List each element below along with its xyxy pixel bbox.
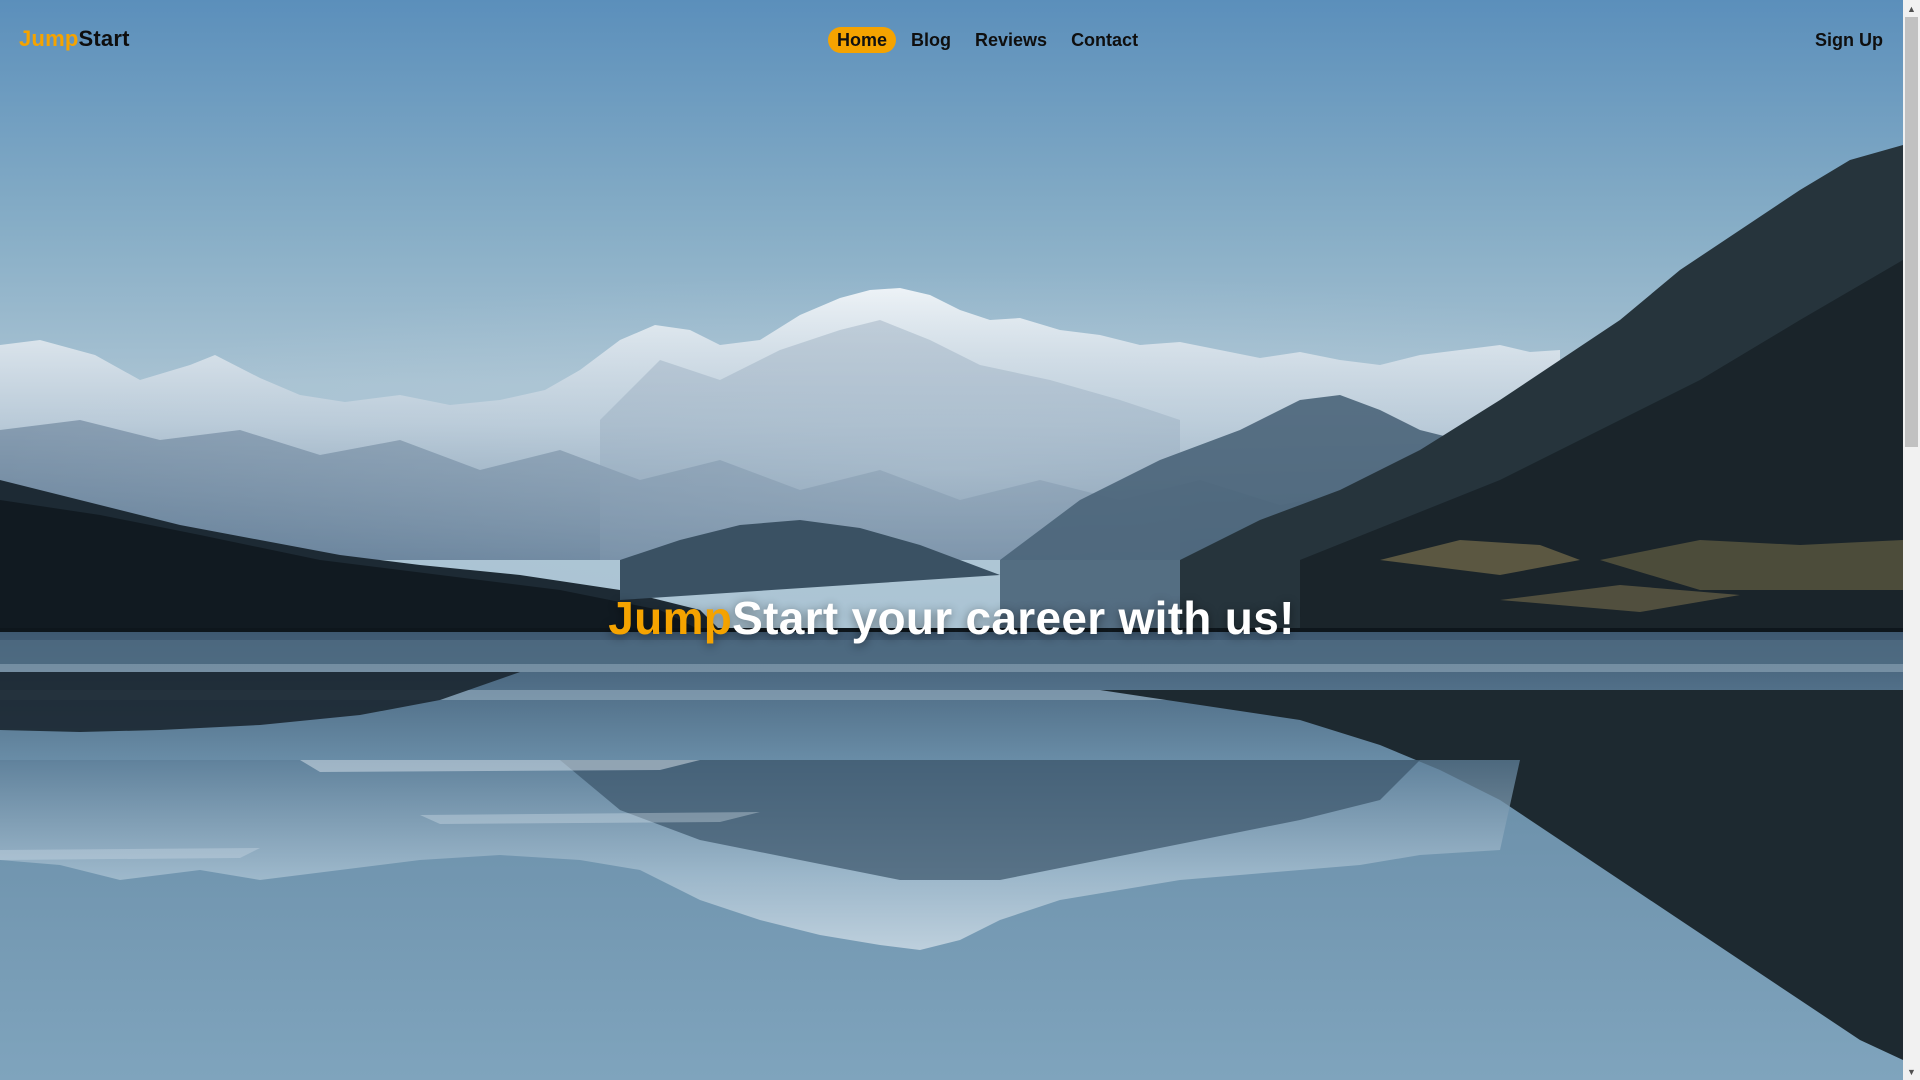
triangle-up-icon[interactable]: ▲ bbox=[1903, 0, 1920, 17]
nav-link-reviews[interactable]: Reviews bbox=[966, 27, 1056, 53]
vertical-scrollbar[interactable]: ▲ ▼ bbox=[1903, 0, 1920, 1080]
scrollbar-thumb[interactable] bbox=[1905, 17, 1918, 447]
triangle-down-icon[interactable]: ▼ bbox=[1903, 1063, 1920, 1080]
brand-rest-text: Start bbox=[78, 26, 130, 51]
nav-link-contact[interactable]: Contact bbox=[1062, 27, 1147, 53]
hero-background-image bbox=[0, 0, 1903, 1080]
hero-headline-rest: Start your career with us! bbox=[732, 591, 1295, 644]
nav-link-blog[interactable]: Blog bbox=[902, 27, 960, 53]
nav-links: Home Blog Reviews Contact bbox=[828, 27, 1147, 53]
hero-headline-accent: Jump bbox=[608, 591, 733, 644]
hero-headline: JumpStart your career with us! bbox=[0, 591, 1903, 645]
brand-logo-link[interactable]: JumpStart bbox=[19, 26, 130, 52]
page-viewport: JumpStart Home Blog Reviews Contact Sign… bbox=[0, 0, 1903, 1080]
top-navbar: JumpStart Home Blog Reviews Contact Sign… bbox=[0, 0, 1903, 80]
signup-link[interactable]: Sign Up bbox=[1815, 30, 1883, 51]
nav-link-home[interactable]: Home bbox=[828, 27, 897, 53]
brand-accent-text: Jump bbox=[19, 26, 79, 51]
